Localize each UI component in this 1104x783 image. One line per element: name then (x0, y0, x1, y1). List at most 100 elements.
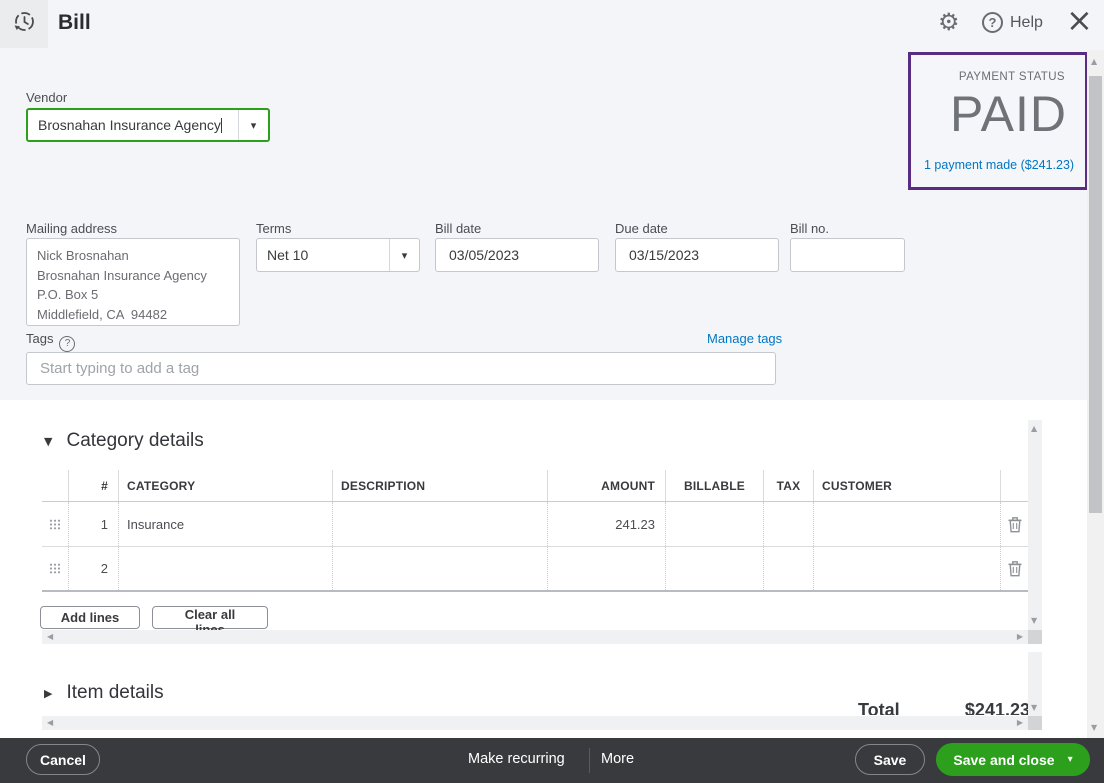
category-details-toggle[interactable]: ▼ Category details (44, 430, 204, 452)
terms-dropdown[interactable]: Net 10 ▾ (256, 238, 420, 272)
close-icon[interactable]: × (1066, 4, 1093, 36)
item-horizontal-scrollbar[interactable]: ◀ ▶ (42, 716, 1028, 730)
text-cursor (221, 118, 222, 133)
page-scrollbar[interactable]: ▲ ▼ (1087, 50, 1104, 738)
due-date-label: Due date (615, 221, 668, 236)
save-and-close-label: Save and close (953, 752, 1054, 768)
col-header-amount: AMOUNT (547, 470, 665, 501)
bill-window: Bill ⚙ ? Help × PAYMENT STATUS PAID 1 pa… (0, 0, 1104, 783)
page-title: Bill (58, 11, 91, 35)
total-row: Total $241.23 (858, 700, 1030, 715)
bill-date-input[interactable] (435, 238, 599, 272)
vendor-value: Brosnahan Insurance Agency (38, 117, 221, 133)
payment-made-link[interactable]: 1 payment made ($241.23) (924, 158, 1074, 172)
tags-label: Tags? (26, 331, 75, 352)
help-label: Help (1010, 14, 1043, 32)
mailing-address-field[interactable]: Nick Brosnahan Brosnahan Insurance Agenc… (26, 238, 240, 326)
section-expanded-icon: ▼ (44, 436, 52, 447)
col-header-customer: CUSTOMER (813, 470, 1000, 501)
make-recurring-button[interactable]: Make recurring (468, 751, 565, 767)
amount-cell[interactable]: 241.23 (547, 502, 665, 546)
scroll-up-icon[interactable]: ▲ (1091, 58, 1097, 66)
billable-cell[interactable] (665, 502, 763, 546)
tax-cell[interactable] (763, 547, 813, 590)
tax-cell[interactable] (763, 502, 813, 546)
bill-history-iconbox[interactable] (0, 0, 48, 48)
customer-cell[interactable] (813, 547, 1000, 590)
table-horizontal-scrollbar[interactable]: ◀ ▶ (42, 630, 1028, 644)
amount-cell[interactable] (547, 547, 665, 590)
tags-input[interactable] (26, 352, 776, 385)
save-and-close-button[interactable]: Save and close ▾ (936, 743, 1090, 776)
total-label: Total (858, 700, 900, 715)
help-button[interactable]: ? Help (982, 12, 1043, 33)
terms-label: Terms (256, 221, 291, 236)
mailing-address-label: Mailing address (26, 221, 117, 236)
col-header-num: # (68, 470, 118, 501)
save-button[interactable]: Save (855, 744, 925, 775)
section-collapsed-icon: ▶ (44, 688, 52, 699)
scroll-down-icon[interactable]: ▼ (1031, 617, 1037, 625)
col-header-billable: BILLABLE (665, 470, 763, 501)
table-vertical-scrollbar[interactable]: ▲ ▼ (1028, 420, 1042, 630)
vendor-dropdown-arrow-icon[interactable]: ▾ (238, 110, 268, 140)
vendor-dropdown[interactable]: Brosnahan Insurance Agency ▾ (26, 108, 270, 142)
customer-cell[interactable] (813, 502, 1000, 546)
scroll-up-icon[interactable]: ▲ (1031, 425, 1037, 433)
scrollbar-corner (1028, 716, 1042, 730)
tags-help-icon[interactable]: ? (59, 336, 75, 352)
gear-icon[interactable]: ⚙ (938, 10, 960, 34)
col-header-category: CATEGORY (118, 470, 332, 501)
item-details-title: Item details (66, 682, 163, 704)
bill-date-label: Bill date (435, 221, 481, 236)
scroll-left-icon[interactable]: ◀ (47, 719, 53, 727)
payment-status-label: PAYMENT STATUS (959, 71, 1065, 83)
manage-tags-link[interactable]: Manage tags (707, 331, 782, 346)
scrollbar-corner (1028, 630, 1042, 644)
item-vertical-scrollbar[interactable]: ▼ (1028, 652, 1042, 716)
cancel-button[interactable]: Cancel (26, 744, 100, 775)
billable-cell[interactable] (665, 547, 763, 590)
bill-no-input[interactable] (790, 238, 905, 272)
scroll-right-icon[interactable]: ▶ (1017, 719, 1023, 727)
col-header-tax: TAX (763, 470, 813, 501)
help-question-icon: ? (982, 12, 1003, 33)
delete-row-trash-icon[interactable] (1000, 547, 1028, 590)
item-details-toggle[interactable]: ▶ Item details (44, 682, 164, 704)
category-cell[interactable] (118, 547, 332, 590)
drag-handle-icon[interactable] (42, 502, 68, 546)
add-lines-button[interactable]: Add lines (40, 606, 140, 629)
bill-no-label: Bill no. (790, 221, 829, 236)
due-date-input[interactable] (615, 238, 779, 272)
footer-bar: Cancel Make recurring More Save Save and… (0, 738, 1104, 783)
payment-status-value: PAID (950, 85, 1067, 143)
drag-handle-icon[interactable] (42, 547, 68, 590)
delete-row-trash-icon[interactable] (1000, 502, 1028, 546)
total-value: $241.23 (965, 700, 1030, 715)
scroll-right-icon[interactable]: ▶ (1017, 633, 1023, 641)
table-row: 1 Insurance 241.23 (42, 502, 1028, 547)
terms-value: Net 10 (257, 247, 389, 263)
category-details-title: Category details (66, 430, 203, 452)
table-row: 2 (42, 547, 1028, 592)
clear-all-lines-button[interactable]: Clear all lines (152, 606, 268, 629)
vendor-label: Vendor (26, 90, 67, 105)
more-button[interactable]: More (601, 751, 634, 767)
row-number: 2 (68, 547, 118, 590)
terms-dropdown-arrow-icon[interactable]: ▾ (389, 239, 419, 271)
save-options-dropdown-icon[interactable]: ▾ (1068, 755, 1073, 765)
scroll-left-icon[interactable]: ◀ (47, 633, 53, 641)
footer-divider (589, 748, 590, 773)
history-clock-icon (11, 9, 37, 40)
description-cell[interactable] (332, 547, 547, 590)
col-header-description: DESCRIPTION (332, 470, 547, 501)
category-details-table: # CATEGORY DESCRIPTION AMOUNT BILLABLE T… (42, 470, 1028, 592)
scroll-down-icon[interactable]: ▼ (1031, 704, 1037, 712)
row-number: 1 (68, 502, 118, 546)
category-cell[interactable]: Insurance (118, 502, 332, 546)
page-scrollbar-thumb[interactable] (1089, 76, 1102, 513)
description-cell[interactable] (332, 502, 547, 546)
payment-status-panel: PAYMENT STATUS PAID 1 payment made ($241… (908, 52, 1088, 190)
scroll-down-icon[interactable]: ▼ (1091, 724, 1097, 732)
table-header-row: # CATEGORY DESCRIPTION AMOUNT BILLABLE T… (42, 470, 1028, 502)
